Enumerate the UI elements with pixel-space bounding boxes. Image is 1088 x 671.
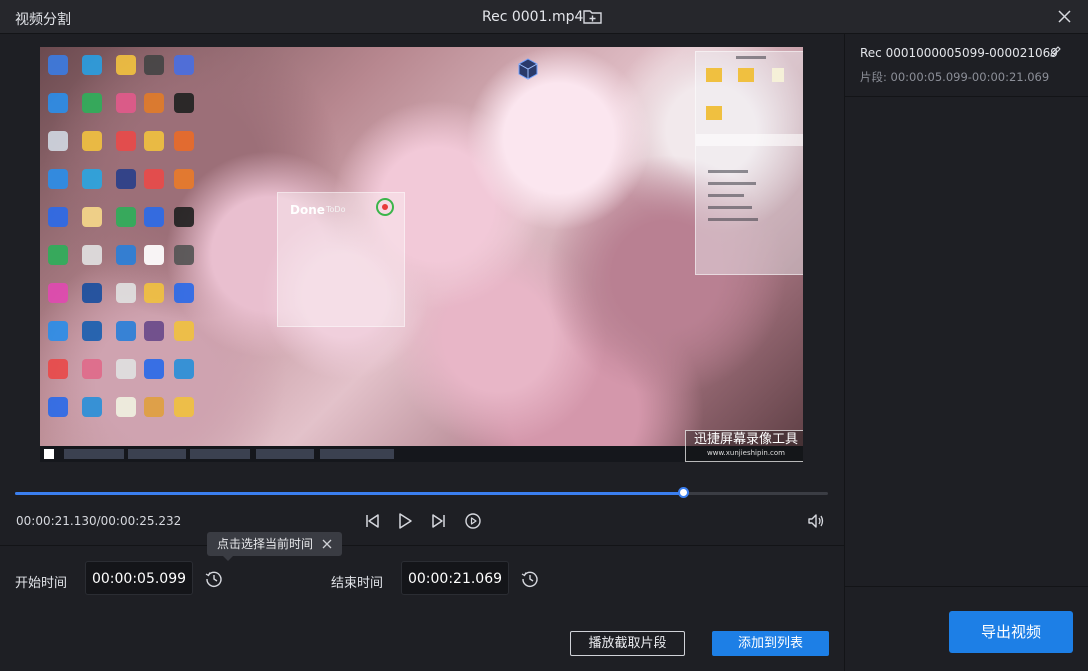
app-title: 视频分割: [15, 12, 71, 28]
record-indicator-icon: [376, 198, 394, 216]
tooltip: 点击选择当前时间: [207, 532, 342, 561]
tooltip-text: 点击选择当前时间: [217, 537, 314, 551]
start-time-field[interactable]: 00:00:05.099: [85, 561, 193, 595]
desktop-window-graphic: [695, 51, 803, 275]
volume-icon[interactable]: [807, 512, 825, 530]
play-clip-button[interactable]: 播放截取片段: [570, 631, 685, 656]
divider: [845, 96, 1088, 97]
player-pane: Done ToDo 迅捷屏幕录像工具 www.xunjieshipin.com …: [0, 34, 844, 671]
progress-slider[interactable]: [15, 487, 828, 498]
skip-forward-icon[interactable]: [430, 512, 448, 530]
clip-range: 片段: 00:00:05.099-00:00:21.069: [860, 70, 1050, 84]
watermark-sub-text: www.xunjieshipin.com: [707, 449, 785, 457]
title-bar: 视频分割 Rec 0001.mp4: [0, 0, 1088, 34]
overlay-panel-title: Done: [290, 203, 325, 217]
watermark-main-text: 迅捷屏幕录像工具: [693, 432, 798, 447]
play-clip-icon[interactable]: [464, 512, 482, 530]
close-icon[interactable]: [1056, 8, 1073, 25]
play-icon[interactable]: [396, 512, 414, 530]
playback-time-readout: 00:00:21.130/00:00:25.232: [16, 514, 182, 528]
add-folder-icon[interactable]: [583, 8, 602, 25]
desktop-icons-graphic: [44, 51, 204, 426]
clip-list-pane: Rec 0001000005099-000021069 片段: 00:00:05…: [844, 34, 1088, 671]
add-to-list-button[interactable]: 添加到列表: [712, 631, 829, 656]
watermark: 迅捷屏幕录像工具 www.xunjieshipin.com: [685, 430, 803, 462]
file-name: Rec 0001.mp4: [482, 9, 584, 25]
divider: [0, 545, 844, 546]
divider: [845, 586, 1088, 587]
progress-fill: [15, 492, 685, 495]
start-time-label: 开始时间: [15, 576, 68, 591]
clip-name: Rec 0001000005099-000021069: [860, 46, 1058, 60]
skip-back-icon[interactable]: [363, 512, 381, 530]
set-end-time-icon[interactable]: [521, 570, 539, 588]
edit-icon[interactable]: [1049, 45, 1062, 58]
end-time-field[interactable]: 00:00:21.069: [401, 561, 509, 595]
end-time-label: 结束时间: [331, 576, 384, 591]
tooltip-close-icon[interactable]: [322, 539, 332, 549]
overlay-panel-subtitle: ToDo: [326, 205, 346, 214]
set-start-time-icon[interactable]: [205, 570, 223, 588]
progress-thumb[interactable]: [678, 487, 690, 498]
overlay-todo-panel: Done ToDo: [277, 192, 405, 327]
cube-logo-icon: [518, 58, 538, 80]
export-video-button[interactable]: 导出视频: [949, 611, 1073, 653]
video-preview[interactable]: Done ToDo 迅捷屏幕录像工具 www.xunjieshipin.com: [40, 47, 803, 462]
